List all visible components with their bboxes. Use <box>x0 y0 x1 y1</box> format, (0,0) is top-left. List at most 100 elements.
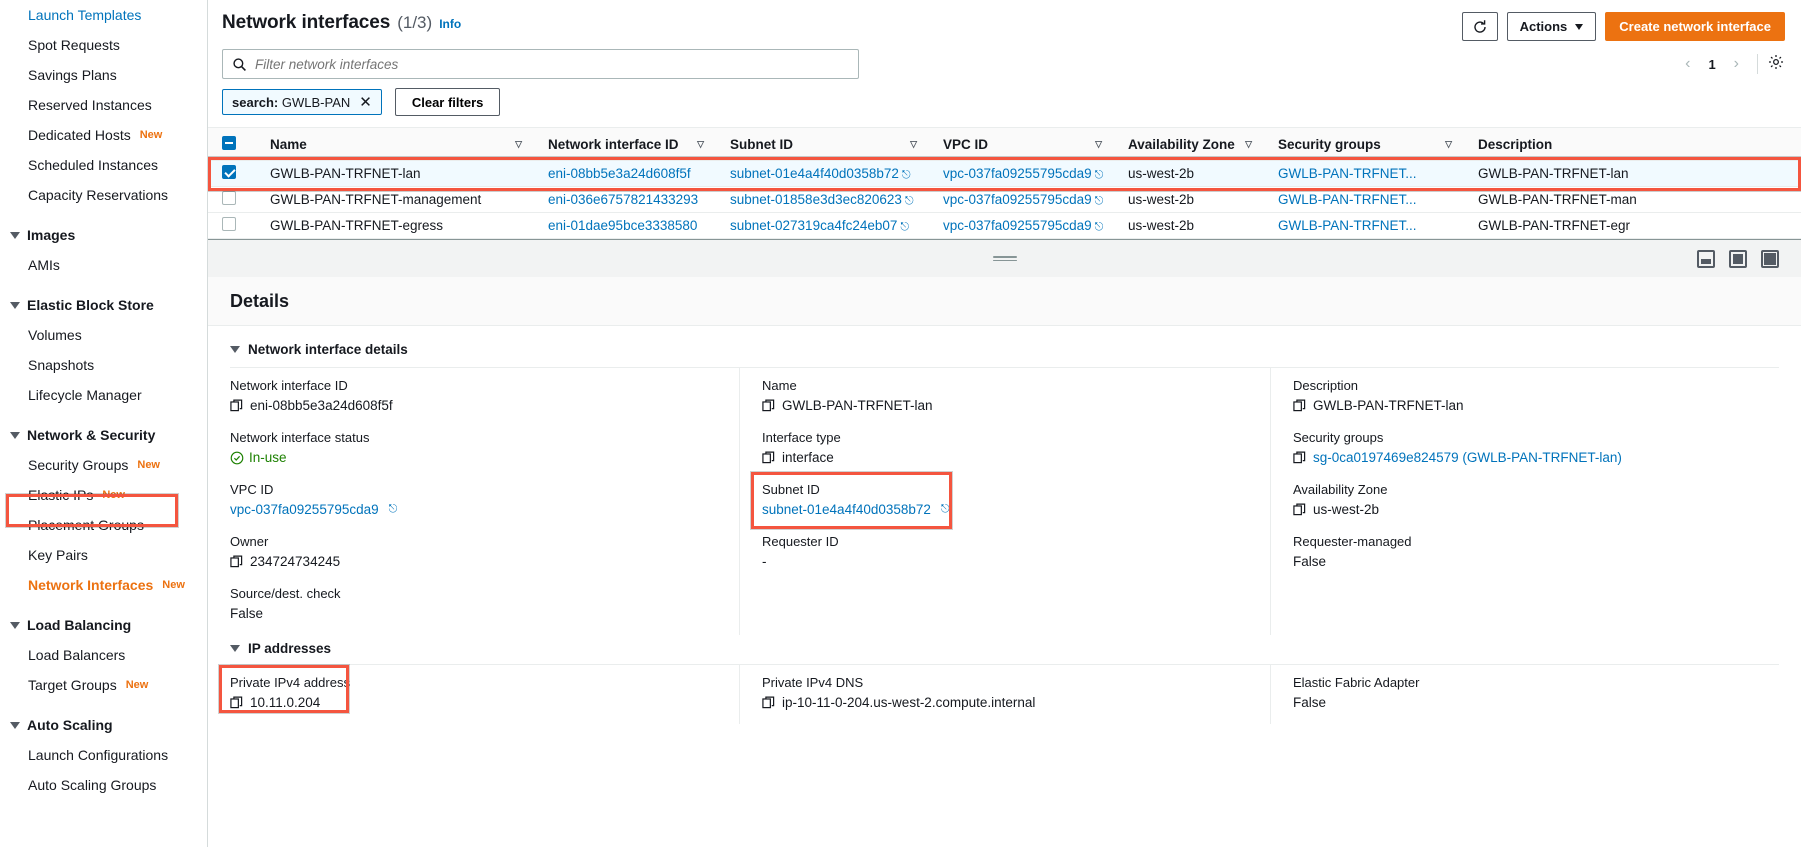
sidebar-group-auto-scaling[interactable]: Auto Scaling <box>0 710 207 740</box>
column-header-network-interface-id[interactable]: Network interface ID ▽ <box>534 127 716 161</box>
sidebar-item-snapshots[interactable]: Snapshots <box>0 350 207 380</box>
split-panel-side-icon[interactable] <box>1729 249 1747 268</box>
sort-icon[interactable]: ▽ <box>1445 139 1452 150</box>
copy-icon[interactable] <box>1293 399 1306 412</box>
sidebar-item-capacity-reservations[interactable]: Capacity Reservations <box>0 180 207 210</box>
copy-icon[interactable] <box>230 555 243 568</box>
copy-icon[interactable] <box>1293 503 1306 516</box>
sidebar-item-volumes[interactable]: Volumes <box>0 320 207 350</box>
sg-link[interactable]: GWLB-PAN-TRFNET... <box>1278 192 1417 207</box>
copy-icon[interactable] <box>762 451 775 464</box>
external-link-icon[interactable]: ⎋ <box>1095 221 1104 233</box>
filter-token-search[interactable]: search: GWLB-PAN ✕ <box>222 89 382 115</box>
copy-icon[interactable] <box>762 399 775 412</box>
split-panel-bottom-icon[interactable] <box>1697 249 1715 268</box>
sort-icon[interactable]: ▽ <box>1245 139 1252 150</box>
row-checkbox[interactable] <box>222 165 236 179</box>
column-header-availability-zone[interactable]: Availability Zone ▽ <box>1114 127 1264 161</box>
vpc-link[interactable]: vpc-037fa09255795cda9 <box>943 192 1092 207</box>
copy-icon[interactable] <box>230 696 243 709</box>
sidebar-item-security-groups[interactable]: Security Groups New <box>0 450 207 480</box>
split-panel-divider[interactable] <box>208 239 1801 277</box>
column-header-description[interactable]: Description <box>1464 127 1801 161</box>
sidebar-item-target-groups[interactable]: Target Groups New <box>0 670 207 700</box>
table-row[interactable]: GWLB-PAN-TRFNET-lan eni-08bb5e3a24d608f5… <box>208 160 1801 187</box>
eni-link[interactable]: eni-01dae95bce3338580 <box>548 218 697 233</box>
column-header-security-groups[interactable]: Security groups ▽ <box>1264 127 1464 161</box>
external-link-icon[interactable]: ⎋ <box>902 169 911 181</box>
column-header-vpc-id[interactable]: VPC ID ▽ <box>929 127 1114 161</box>
section-toggle-network-interface-details[interactable]: Network interface details <box>208 326 1801 367</box>
copy-icon[interactable] <box>1293 451 1306 464</box>
table-row[interactable]: GWLB-PAN-TRFNET-management eni-036e67578… <box>208 186 1801 213</box>
external-link-icon[interactable]: ⎋ <box>1095 169 1104 181</box>
sidebar-item-dedicated-hosts[interactable]: Dedicated Hosts New <box>0 120 207 150</box>
clear-filters-button[interactable]: Clear filters <box>394 88 501 116</box>
row-checkbox[interactable] <box>222 191 236 205</box>
sidebar-group-images[interactable]: Images <box>0 220 207 250</box>
sidebar-group-load-balancing[interactable]: Load Balancing <box>0 610 207 640</box>
sidebar-item-placement-groups[interactable]: Placement Groups <box>0 510 207 540</box>
split-panel-full-icon[interactable] <box>1761 249 1779 268</box>
security-group-link[interactable]: sg-0ca0197469e824579 (GWLB-PAN-TRFNET-la… <box>1313 450 1622 465</box>
external-link-icon[interactable]: ⎋ <box>900 221 909 233</box>
column-header-name[interactable]: Name ▽ <box>256 127 534 161</box>
subnet-link[interactable]: subnet-01858e3d3ec820623 <box>730 192 902 207</box>
sidebar-item-spot-requests[interactable]: Spot Requests <box>0 30 207 60</box>
sg-link[interactable]: GWLB-PAN-TRFNET... <box>1278 166 1417 181</box>
field-value: False <box>1293 554 1327 569</box>
sidebar-item-savings-plans[interactable]: Savings Plans <box>0 60 207 90</box>
select-all-checkbox[interactable] <box>222 135 236 150</box>
sidebar-item-network-interfaces[interactable]: Network Interfaces New <box>0 570 207 600</box>
sidebar-item-scheduled-instances[interactable]: Scheduled Instances <box>0 150 207 180</box>
external-link-icon[interactable]: ⎋ <box>905 195 914 207</box>
copy-icon[interactable] <box>762 696 775 709</box>
eni-link[interactable]: eni-08bb5e3a24d608f5f <box>548 166 691 181</box>
sort-icon[interactable]: ▽ <box>910 139 917 150</box>
sidebar-item-launch-configurations[interactable]: Launch Configurations <box>0 740 207 770</box>
sort-icon[interactable]: ▽ <box>515 139 522 150</box>
external-link-icon[interactable]: ⎋ <box>1095 195 1104 207</box>
sg-link[interactable]: GWLB-PAN-TRFNET... <box>1278 218 1417 233</box>
section-toggle-ip-addresses[interactable]: IP addresses <box>208 635 1801 664</box>
search-box[interactable] <box>222 49 859 79</box>
table-row[interactable]: GWLB-PAN-TRFNET-egress eni-01dae95bce333… <box>208 212 1801 239</box>
sidebar-item-lifecycle-manager[interactable]: Lifecycle Manager <box>0 380 207 410</box>
field-label: Description <box>1293 378 1359 393</box>
external-link-icon[interactable]: ⎋ <box>389 503 398 516</box>
vpc-link[interactable]: vpc-037fa09255795cda9 <box>943 218 1092 233</box>
sidebar-item-launch-templates[interactable]: Launch Templates <box>0 0 207 30</box>
copy-icon[interactable] <box>230 399 243 412</box>
sidebar-item-reserved-instances[interactable]: Reserved Instances <box>0 90 207 120</box>
subnet-link[interactable]: subnet-027319ca4fc24eb07 <box>730 218 897 233</box>
create-network-interface-button[interactable]: Create network interface <box>1605 12 1785 41</box>
refresh-button[interactable] <box>1461 12 1498 41</box>
vpc-link[interactable]: vpc-037fa09255795cda9 <box>943 166 1092 181</box>
sidebar-item-label: Network Interfaces <box>28 577 154 593</box>
eni-link[interactable]: eni-036e6757821433293 <box>548 192 698 207</box>
column-header-subnet-id[interactable]: Subnet ID ▽ <box>716 127 929 161</box>
sidebar-item-auto-scaling-groups[interactable]: Auto Scaling Groups <box>0 770 207 800</box>
subnet-link[interactable]: subnet-01e4a4f40d0358b72 <box>762 502 931 517</box>
sidebar-item-elastic-ips[interactable]: Elastic IPs New <box>0 480 207 510</box>
external-link-icon[interactable]: ⎋ <box>941 503 950 516</box>
page-number[interactable]: 1 <box>1701 57 1722 72</box>
actions-button[interactable]: Actions <box>1506 12 1597 41</box>
drag-handle-icon[interactable] <box>992 254 1017 263</box>
next-page-button[interactable]: › <box>1725 53 1748 75</box>
info-link[interactable]: Info <box>439 17 461 31</box>
table-preferences-button[interactable] <box>1767 53 1785 76</box>
subnet-link[interactable]: subnet-01e4a4f40d0358b72 <box>730 166 899 181</box>
sidebar-group-network-and-security[interactable]: Network & Security <box>0 420 207 450</box>
row-checkbox[interactable] <box>222 217 236 231</box>
search-input[interactable] <box>255 56 849 72</box>
sidebar-item-load-balancers[interactable]: Load Balancers <box>0 640 207 670</box>
sort-icon[interactable]: ▽ <box>697 139 704 150</box>
vpc-link[interactable]: vpc-037fa09255795cda9 <box>230 502 379 517</box>
sidebar-group-elastic-block-store[interactable]: Elastic Block Store <box>0 290 207 320</box>
prev-page-button[interactable]: ‹ <box>1676 53 1699 75</box>
sidebar-item-amis[interactable]: AMIs <box>0 250 207 280</box>
sidebar-item-key-pairs[interactable]: Key Pairs <box>0 540 207 570</box>
sort-icon[interactable]: ▽ <box>1095 139 1102 150</box>
close-icon[interactable]: ✕ <box>359 95 372 110</box>
